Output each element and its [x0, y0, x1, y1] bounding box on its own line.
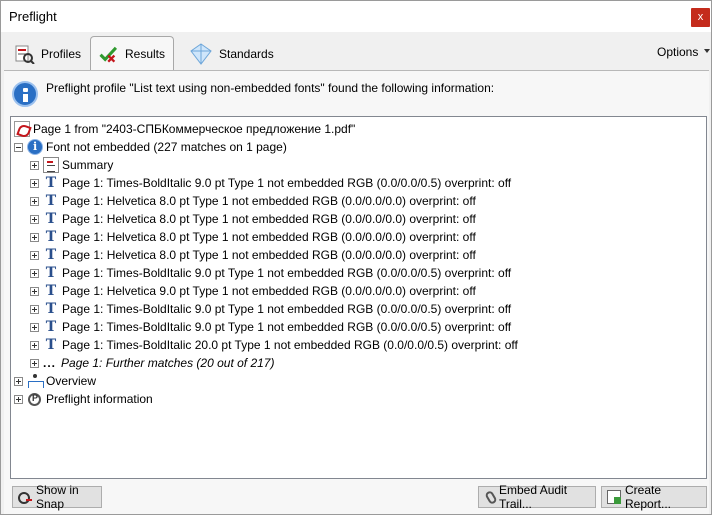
standards-diamond-icon	[190, 43, 212, 65]
tree-match-label: Page 1: Helvetica 9.0 pt Type 1 not embe…	[62, 284, 476, 298]
options-menu[interactable]: Options	[657, 45, 698, 59]
tree-row-font-match[interactable]: T Page 1: Helvetica 8.0 pt Type 1 not emb…	[30, 246, 476, 264]
tree-match-label: Page 1: Times-BoldItalic 9.0 pt Type 1 n…	[62, 320, 512, 334]
tree-match-label: Page 1: Times-BoldItalic 9.0 pt Type 1 n…	[62, 176, 512, 190]
font-icon: T	[45, 283, 57, 299]
tree-match-label: Page 1: Helvetica 8.0 pt Type 1 not embe…	[62, 230, 476, 244]
expand-icon[interactable]	[30, 322, 39, 332]
info-icon	[27, 139, 43, 155]
tree-row-overview[interactable]: Overview	[14, 372, 96, 390]
tab-results[interactable]: Results	[90, 36, 174, 70]
tree-row-font-match[interactable]: T Page 1: Times-BoldItalic 9.0 pt Type 1 …	[30, 300, 511, 318]
tab-profiles-label: Profiles	[41, 47, 82, 61]
expand-icon[interactable]	[30, 214, 39, 224]
tree-group-label: Font not embedded (227 matches on 1 page…	[46, 140, 287, 154]
expand-icon[interactable]	[30, 178, 39, 188]
snap-icon	[18, 490, 32, 504]
tab-profiles[interactable]: Profiles	[5, 38, 89, 70]
preflight-window: Preflight x Profiles Results Standards O…	[0, 0, 712, 515]
font-icon: T	[45, 229, 57, 245]
results-check-icon	[99, 46, 118, 63]
create-report-button[interactable]: Create Report...	[601, 483, 707, 511]
tree-row-font-match[interactable]: T Page 1: Times-BoldItalic 9.0 pt Type 1 …	[30, 264, 511, 282]
tab-results-label: Results	[124, 46, 165, 61]
expand-icon[interactable]	[30, 286, 39, 296]
expand-icon[interactable]	[30, 232, 39, 242]
tab-standards[interactable]: Standards	[181, 38, 282, 70]
tree-match-label: Page 1: Times-BoldItalic 9.0 pt Type 1 n…	[62, 302, 512, 316]
tree-page-label: Page 1 from "2403-СПБКоммерческое предло…	[33, 122, 356, 136]
tree-row-font-match[interactable]: T Page 1: Helvetica 8.0 pt Type 1 not emb…	[30, 228, 476, 246]
font-icon: T	[45, 265, 57, 281]
preflight-info-icon	[28, 392, 41, 406]
expand-icon[interactable]	[14, 394, 23, 404]
expand-icon[interactable]	[30, 358, 39, 368]
create-report-label: Create Report...	[625, 483, 672, 511]
close-button[interactable]: x	[691, 8, 710, 27]
tree-summary-label: Summary	[62, 158, 114, 172]
tab-standards-label: Standards	[219, 47, 274, 61]
paperclip-icon	[484, 489, 498, 505]
tree-overview-label: Overview	[46, 374, 97, 388]
collapse-icon[interactable]	[14, 142, 23, 152]
show-in-snap-label: Show in Snap	[36, 483, 79, 511]
tab-bar: Profiles Results Standards Options	[1, 32, 711, 70]
report-icon	[607, 490, 621, 504]
font-icon: T	[45, 337, 57, 353]
font-icon: T	[45, 247, 57, 263]
tree-row-font-match[interactable]: T Page 1: Times-BoldItalic 20.0 pt Type 1…	[30, 336, 518, 354]
tree-row-page[interactable]: Page 1 from "2403-СПБКоммерческое предло…	[14, 120, 355, 138]
tree-row-further-matches[interactable]: ... Page 1: Further matches (20 out of 2…	[30, 354, 274, 372]
results-tree[interactable]: Page 1 from "2403-СПБКоммерческое предло…	[10, 116, 707, 479]
tree-row-font-not-embedded[interactable]: Font not embedded (227 matches on 1 page…	[14, 138, 287, 156]
results-panel: Preflight profile "List text using non-e…	[4, 70, 709, 514]
tree-further-label: Page 1: Further matches (20 out of 217)	[61, 356, 275, 370]
tree-row-font-match[interactable]: T Page 1: Helvetica 8.0 pt Type 1 not emb…	[30, 210, 476, 228]
tree-row-summary[interactable]: Summary	[30, 156, 113, 174]
expand-icon[interactable]	[30, 250, 39, 260]
tree-row-font-match[interactable]: T Page 1: Helvetica 9.0 pt Type 1 not emb…	[30, 282, 476, 300]
expand-icon[interactable]	[14, 376, 23, 386]
info-line: Preflight profile "List text using non-e…	[12, 79, 702, 109]
tree-row-preflight-info[interactable]: Preflight information	[14, 390, 153, 408]
expand-icon[interactable]	[30, 160, 39, 170]
summary-icon	[43, 157, 59, 173]
tree-match-label: Page 1: Helvetica 8.0 pt Type 1 not embe…	[62, 194, 476, 208]
embed-audit-trail-label: Embed Audit Trail...	[499, 483, 568, 511]
profiles-icon	[15, 45, 35, 64]
info-message: Preflight profile "List text using non-e…	[46, 81, 495, 95]
show-in-snap-button[interactable]: Show in Snap	[12, 483, 102, 511]
overview-icon	[27, 373, 44, 389]
expand-icon[interactable]	[30, 340, 39, 350]
ellipsis-icon: ...	[43, 356, 57, 370]
embed-audit-trail-button[interactable]: Embed Audit Trail...	[478, 483, 596, 511]
window-title: Preflight	[9, 9, 57, 24]
tree-match-label: Page 1: Times-BoldItalic 9.0 pt Type 1 n…	[62, 266, 512, 280]
tree-row-font-match[interactable]: T Page 1: Times-BoldItalic 9.0 pt Type 1 …	[30, 318, 511, 336]
title-bar: Preflight x	[1, 1, 711, 32]
expand-icon[interactable]	[30, 196, 39, 206]
pdf-file-icon	[14, 121, 30, 137]
tree-match-label: Page 1: Helvetica 8.0 pt Type 1 not embe…	[62, 212, 476, 226]
tree-row-font-match[interactable]: T Page 1: Helvetica 8.0 pt Type 1 not emb…	[30, 192, 476, 210]
font-icon: T	[45, 301, 57, 317]
expand-icon[interactable]	[30, 304, 39, 314]
font-icon: T	[45, 193, 57, 209]
font-icon: T	[45, 175, 57, 191]
font-icon: T	[45, 319, 57, 335]
tree-match-label: Page 1: Times-BoldItalic 20.0 pt Type 1 …	[62, 338, 518, 352]
tree-row-font-match[interactable]: T Page 1: Times-BoldItalic 9.0 pt Type 1 …	[30, 174, 511, 192]
chevron-down-icon[interactable]	[704, 49, 710, 53]
tree-match-label: Page 1: Helvetica 8.0 pt Type 1 not embe…	[62, 248, 476, 262]
tree-preflight-info-label: Preflight information	[46, 392, 153, 406]
expand-icon[interactable]	[30, 268, 39, 278]
font-icon: T	[45, 211, 57, 227]
info-icon	[12, 81, 38, 107]
